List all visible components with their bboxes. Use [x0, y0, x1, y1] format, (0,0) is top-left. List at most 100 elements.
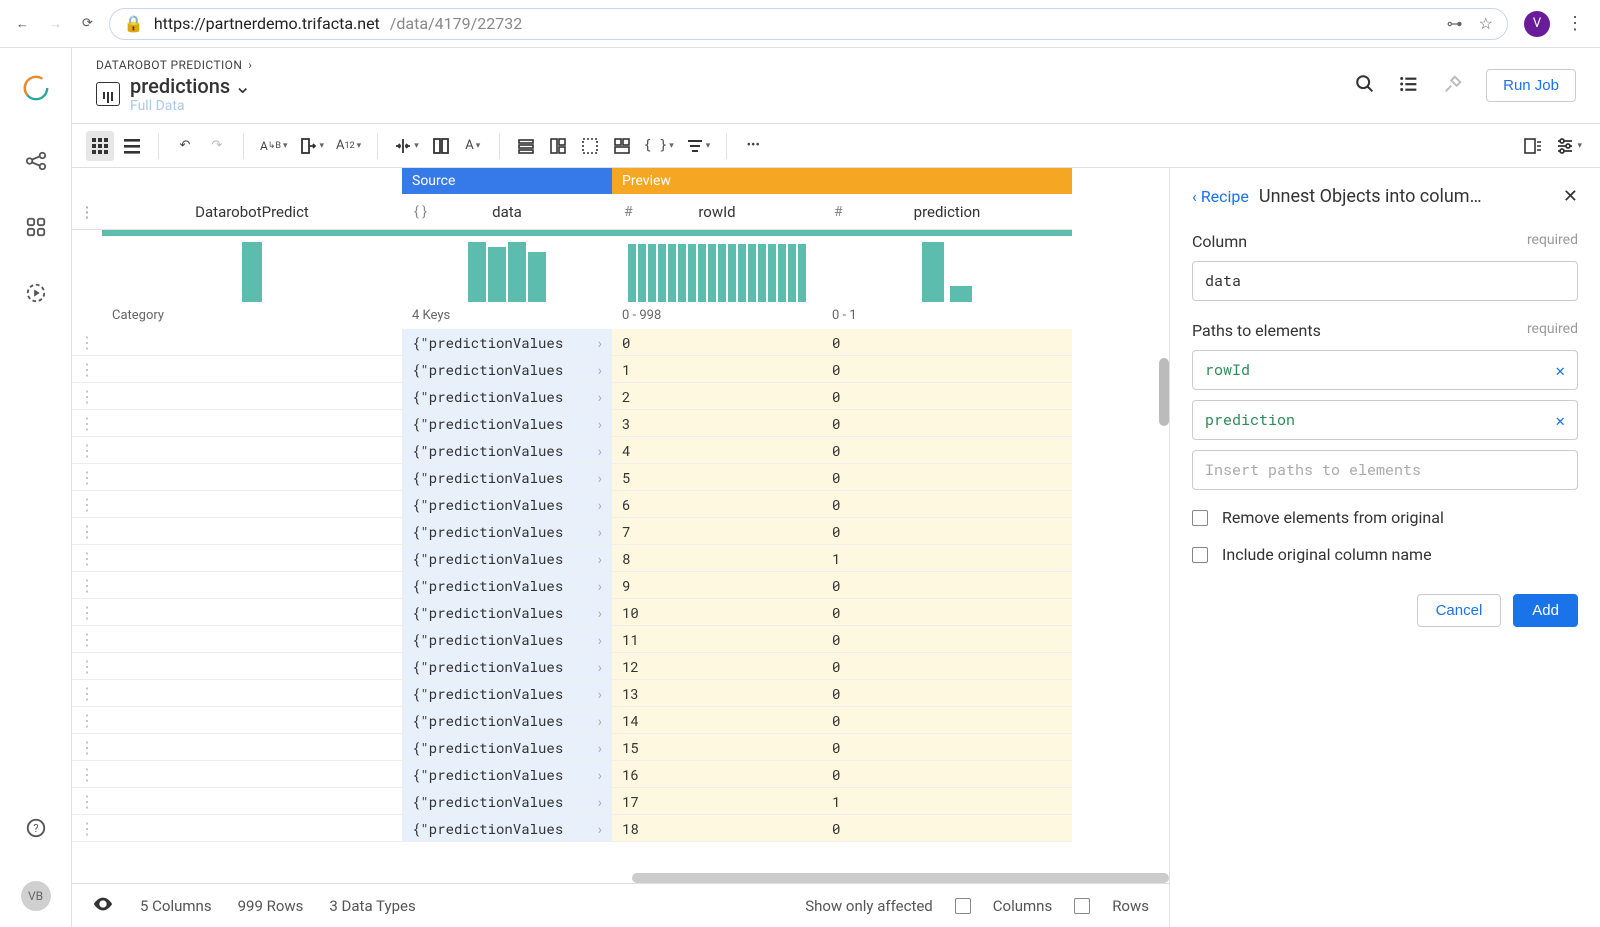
cell-rowid[interactable]: 18 [612, 815, 822, 842]
cell-rowid[interactable]: 5 [612, 464, 822, 491]
cell-rowid[interactable]: 10 [612, 599, 822, 626]
cell-datarobotpredict[interactable] [102, 491, 402, 518]
table-row[interactable]: ⋮{"predictionValues›100 [72, 599, 1169, 626]
menu-icon[interactable]: ⋮ [1566, 13, 1584, 34]
cell-prediction[interactable]: 1 [822, 545, 1072, 572]
table-row[interactable]: ⋮{"predictionValues›81 [72, 545, 1169, 572]
group2-button[interactable] [544, 131, 572, 161]
cell-datarobotpredict[interactable] [102, 383, 402, 410]
view-grid-button[interactable] [86, 131, 114, 161]
cell-data[interactable]: {"predictionValues› [402, 815, 612, 842]
cell-prediction[interactable]: 0 [822, 626, 1072, 653]
cell-prediction[interactable]: 0 [822, 572, 1072, 599]
cell-prediction[interactable]: 0 [822, 356, 1072, 383]
cell-data[interactable]: {"predictionValues› [402, 545, 612, 572]
cell-rowid[interactable]: 15 [612, 734, 822, 761]
cell-datarobotpredict[interactable] [102, 464, 402, 491]
group1-button[interactable] [512, 131, 540, 161]
cell-datarobotpredict[interactable] [102, 815, 402, 842]
table-row[interactable]: ⋮{"predictionValues›60 [72, 491, 1169, 518]
table-row[interactable]: ⋮{"predictionValues›120 [72, 653, 1169, 680]
cell-rowid[interactable]: 4 [612, 437, 822, 464]
cell-data[interactable]: {"predictionValues› [402, 707, 612, 734]
recipe-back-button[interactable]: ‹Recipe [1192, 187, 1249, 206]
cell-rowid[interactable]: 13 [612, 680, 822, 707]
url-bar[interactable]: 🔒 https://partnerdemo.trifacta.net/data/… [109, 8, 1508, 40]
cancel-button[interactable]: Cancel [1417, 594, 1502, 627]
cell-rowid[interactable]: 0 [612, 329, 822, 356]
row-gutter[interactable]: ⋮ [72, 599, 102, 626]
close-icon[interactable]: ✕ [1563, 186, 1578, 207]
cell-prediction[interactable]: 0 [822, 761, 1072, 788]
cell-data[interactable]: {"predictionValues› [402, 734, 612, 761]
row-gutter[interactable]: ⋮ [72, 761, 102, 788]
cell-data[interactable]: {"predictionValues› [402, 518, 612, 545]
columns-panel-button[interactable] [1519, 131, 1547, 161]
cell-datarobotpredict[interactable] [102, 707, 402, 734]
cell-datarobotpredict[interactable] [102, 626, 402, 653]
cell-prediction[interactable]: 0 [822, 329, 1072, 356]
cell-data[interactable]: {"predictionValues› [402, 761, 612, 788]
cell-rowid[interactable]: 1 [612, 356, 822, 383]
cell-rowid[interactable]: 12 [612, 653, 822, 680]
row-gutter[interactable]: ⋮ [72, 518, 102, 545]
cell-data[interactable]: {"predictionValues› [402, 626, 612, 653]
cell-rowid[interactable]: 14 [612, 707, 822, 734]
table-row[interactable]: ⋮{"predictionValues›40 [72, 437, 1169, 464]
table-row[interactable]: ⋮{"predictionValues›130 [72, 680, 1169, 707]
affected-columns-checkbox[interactable] [955, 898, 971, 914]
settings-panel-button[interactable]: ▾ [1551, 131, 1586, 161]
cell-datarobotpredict[interactable] [102, 518, 402, 545]
reload-icon[interactable]: ⟳ [82, 16, 93, 32]
format-button[interactable]: A12▾ [332, 131, 365, 161]
cell-datarobotpredict[interactable] [102, 680, 402, 707]
cell-prediction[interactable]: 0 [822, 815, 1072, 842]
cell-datarobotpredict[interactable] [102, 653, 402, 680]
search-icon[interactable] [1354, 73, 1376, 99]
row-gutter[interactable]: ⋮ [72, 815, 102, 842]
cell-data[interactable]: {"predictionValues› [402, 788, 612, 815]
col-header-datarobotpredict[interactable]: DatarobotPredict [102, 194, 402, 230]
cell-datarobotpredict[interactable] [102, 572, 402, 599]
cell-prediction[interactable]: 0 [822, 410, 1072, 437]
hist-prediction[interactable] [822, 236, 1072, 306]
table-row[interactable]: ⋮{"predictionValues›150 [72, 734, 1169, 761]
cell-rowid[interactable]: 8 [612, 545, 822, 572]
col-header-data[interactable]: { }data [402, 194, 612, 230]
cell-rowid[interactable]: 11 [612, 626, 822, 653]
row-gutter[interactable]: ⋮ [72, 572, 102, 599]
text-button[interactable]: A▾ [459, 131, 487, 161]
col-header-rowid[interactable]: #rowId [612, 194, 822, 230]
redo-button[interactable]: ↷ [203, 131, 231, 161]
col-header-prediction[interactable]: #prediction [822, 194, 1072, 230]
undo-button[interactable]: ↶ [171, 131, 199, 161]
cell-rowid[interactable]: 16 [612, 761, 822, 788]
cell-data[interactable]: {"predictionValues› [402, 383, 612, 410]
cell-prediction[interactable]: 0 [822, 491, 1072, 518]
forward-icon[interactable]: → [49, 16, 62, 32]
hist-data[interactable] [402, 236, 612, 306]
hist-rowid[interactable] [612, 236, 822, 306]
remove-path-icon[interactable]: ✕ [1555, 410, 1565, 431]
cell-prediction[interactable]: 0 [822, 734, 1072, 761]
key-icon[interactable]: ⊶ [1447, 14, 1463, 33]
cell-datarobotpredict[interactable] [102, 788, 402, 815]
cell-data[interactable]: {"predictionValues› [402, 437, 612, 464]
extract-button[interactable] [427, 131, 455, 161]
table-row[interactable]: ⋮{"predictionValues›70 [72, 518, 1169, 545]
cell-data[interactable]: {"predictionValues› [402, 491, 612, 518]
row-gutter[interactable]: ⋮ [72, 491, 102, 518]
list-icon[interactable] [1398, 73, 1420, 99]
table-row[interactable]: ⋮{"predictionValues›30 [72, 410, 1169, 437]
row-gutter[interactable]: ⋮ [72, 788, 102, 815]
cell-prediction[interactable]: 1 [822, 788, 1072, 815]
avatar[interactable]: V [1524, 11, 1550, 37]
cell-datarobotpredict[interactable] [102, 599, 402, 626]
nest-button[interactable]: { }▾ [640, 131, 678, 161]
cell-datarobotpredict[interactable] [102, 329, 402, 356]
cell-prediction[interactable]: 0 [822, 599, 1072, 626]
cell-prediction[interactable]: 0 [822, 437, 1072, 464]
view-list-button[interactable] [118, 131, 146, 161]
table-row[interactable]: ⋮{"predictionValues›10 [72, 356, 1169, 383]
eye-icon[interactable] [92, 893, 114, 919]
